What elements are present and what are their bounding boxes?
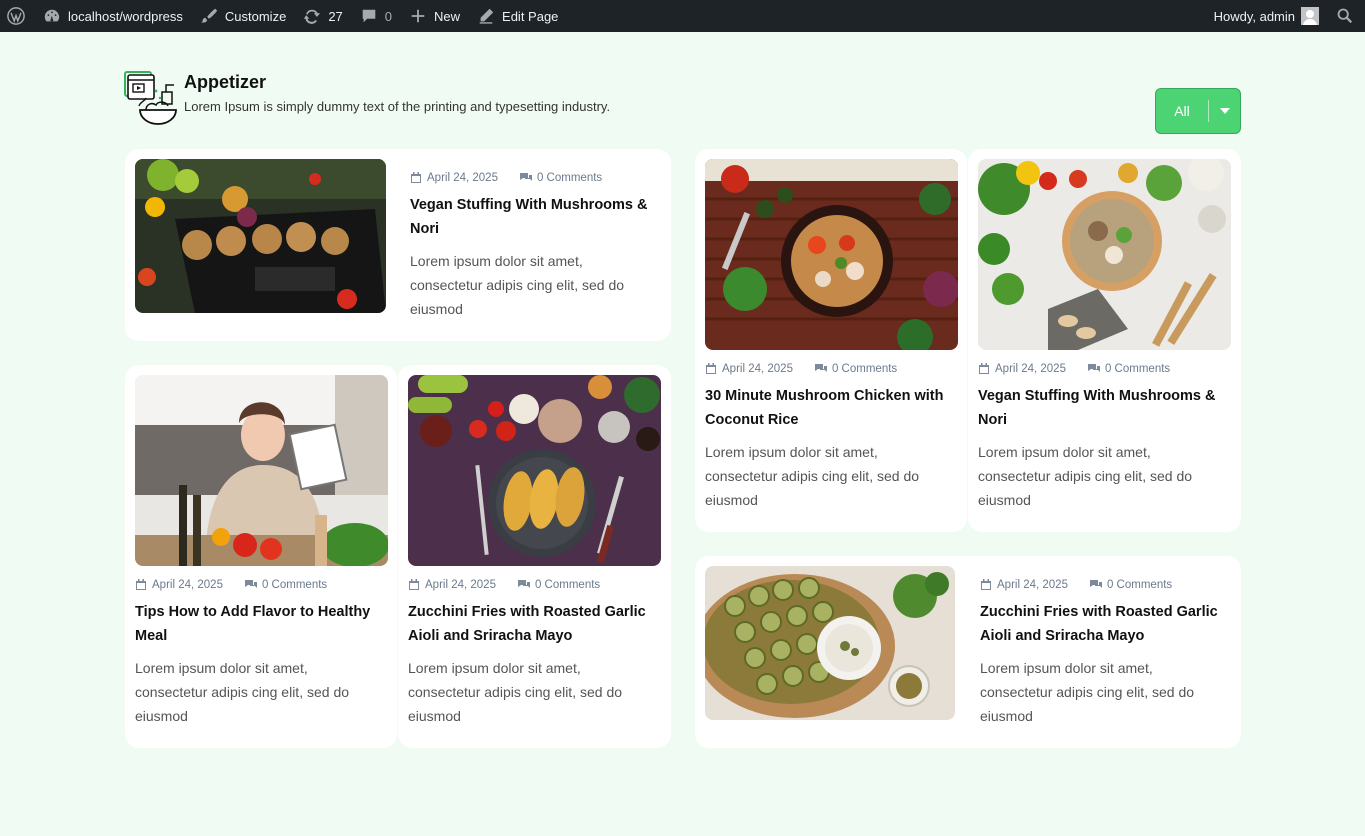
post-meta: April 24, 2025 0 Comments [978,363,1170,375]
post-comments-link[interactable]: 0 Comments [1107,579,1172,591]
post-title[interactable]: Tips How to Add Flavor to Healthy Meal [135,600,390,648]
post-thumbnail[interactable] [978,159,1231,350]
post-date[interactable]: April 24, 2025 [995,363,1066,375]
category-filter-dropdown[interactable]: All [1155,88,1241,134]
post-comments-link[interactable]: 0 Comments [832,363,897,375]
post-thumbnail[interactable] [705,159,958,350]
post-title[interactable]: Vegan Stuffing With Mushrooms & Nori [978,384,1233,432]
comments-count: 0 [384,8,393,24]
dashboard-icon [42,6,62,26]
post-meta: April 24, 2025 0 Comments [980,579,1172,591]
filter-selected-label: All [1174,103,1190,119]
search-icon [1335,6,1355,26]
calendar-icon [409,579,419,590]
avatar [1301,7,1319,25]
comments-icon [1087,364,1100,372]
post-card[interactable]: April 24, 2025 0 Comments Vegan Stuffing… [968,149,1241,532]
edit-page-link[interactable]: Edit Page [468,0,566,32]
post-card[interactable]: April 24, 2025 0 Comments Zucchini Fries… [398,365,671,748]
calendar-icon [136,579,146,590]
post-thumbnail[interactable] [135,375,388,566]
comments-link[interactable]: 0 [351,0,400,32]
post-date[interactable]: April 24, 2025 [425,579,496,591]
calendar-icon [411,172,421,183]
wordpress-icon [6,6,26,26]
post-thumbnail[interactable] [408,375,661,566]
calendar-icon [706,363,716,374]
post-title[interactable]: Vegan Stuffing With Mushrooms & Nori [410,193,660,241]
post-meta: April 24, 2025 0 Comments [705,363,897,375]
post-meta: April 24, 2025 0 Comments [135,579,327,591]
post-comments-link[interactable]: 0 Comments [535,579,600,591]
comments-icon [1089,580,1102,588]
customize-label: Customize [224,8,287,24]
section-title: Appetizer [184,72,267,92]
howdy-label: Howdy, admin [1213,8,1295,24]
edit-page-label: Edit Page [502,8,559,24]
comments-icon [519,173,532,181]
comments-icon [814,364,827,372]
post-date[interactable]: April 24, 2025 [722,363,793,375]
pencil-icon [476,6,496,26]
site-name-link[interactable]: localhost/wordpress [34,0,191,32]
post-comments-link[interactable]: 0 Comments [262,579,327,591]
calendar-icon [979,363,989,374]
updates-count: 27 [328,8,343,24]
comments-icon [244,580,257,588]
post-excerpt: Lorem ipsum dolor sit amet, consectetur … [408,660,623,724]
my-account-link[interactable]: Howdy, admin [1206,0,1327,32]
updates-link[interactable]: 27 [294,0,350,32]
appetizer-category-icon [122,70,180,128]
post-thumbnail[interactable] [705,566,955,720]
section-subtitle: Lorem Ipsum is simply dummy text of the … [184,99,611,114]
post-date[interactable]: April 24, 2025 [997,579,1068,591]
post-excerpt: Lorem ipsum dolor sit amet, consectetur … [705,444,920,508]
post-card[interactable]: April 24, 2025 0 Comments Tips How to Ad… [125,365,397,748]
post-meta: April 24, 2025 0 Comments [410,172,602,184]
new-content-link[interactable]: New [400,0,468,32]
wp-logo-menu[interactable] [0,0,34,32]
updates-icon [302,6,322,26]
post-date[interactable]: April 24, 2025 [427,172,498,184]
comments-icon [517,580,530,588]
post-title[interactable]: 30 Minute Mushroom Chicken with Coconut … [705,384,960,432]
new-label: New [434,8,461,24]
post-date[interactable]: April 24, 2025 [152,579,223,591]
chevron-down-icon [1209,108,1240,114]
plus-icon [408,6,428,26]
post-title[interactable]: Zucchini Fries with Roasted Garlic Aioli… [408,600,663,648]
post-meta: April 24, 2025 0 Comments [408,579,600,591]
post-excerpt: Lorem ipsum dolor sit amet, consectetur … [978,444,1193,508]
calendar-icon [981,579,991,590]
admin-bar: localhost/wordpress Customize 27 0 New E… [0,0,1365,32]
post-excerpt: Lorem ipsum dolor sit amet, consectetur … [980,660,1195,724]
post-excerpt: Lorem ipsum dolor sit amet, consectetur … [410,253,625,317]
paintbrush-icon [199,6,219,26]
post-excerpt: Lorem ipsum dolor sit amet, consectetur … [135,660,350,724]
post-thumbnail[interactable] [135,159,386,313]
search-button[interactable] [1327,0,1365,32]
post-comments-link[interactable]: 0 Comments [537,172,602,184]
comment-bubble-icon [359,6,379,26]
post-title[interactable]: Zucchini Fries with Roasted Garlic Aioli… [980,600,1230,648]
site-name-label: localhost/wordpress [68,8,183,24]
customize-link[interactable]: Customize [191,0,294,32]
post-card[interactable]: April 24, 2025 0 Comments Zucchini Fries… [695,556,1241,748]
post-comments-link[interactable]: 0 Comments [1105,363,1170,375]
post-card[interactable]: April 24, 2025 0 Comments Vegan Stuffing… [125,149,671,341]
admin-bar-secondary: Howdy, admin [1206,0,1365,32]
post-card[interactable]: April 24, 2025 0 Comments 30 Minute Mush… [695,149,967,532]
